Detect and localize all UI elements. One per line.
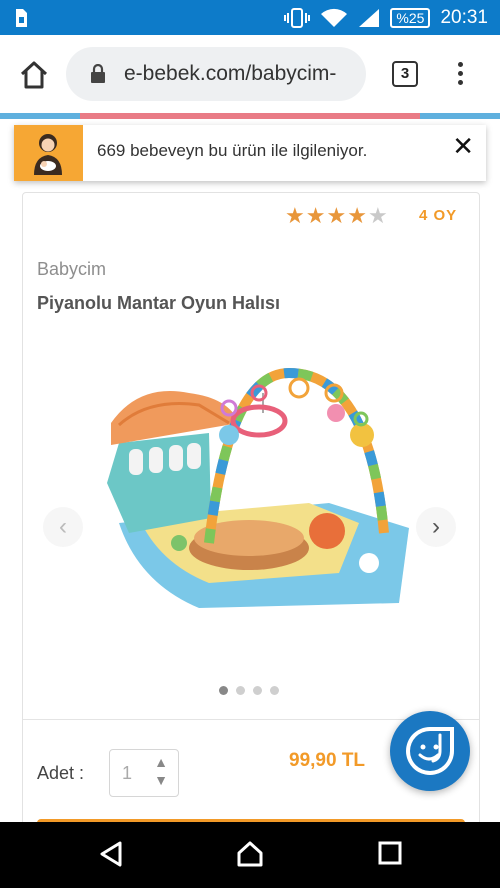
system-nav-bar — [0, 822, 500, 888]
gallery-dot[interactable] — [253, 686, 262, 695]
close-icon[interactable]: ✕ — [452, 131, 474, 162]
quantity-stepper[interactable]: 1 ▲ ▼ — [109, 749, 179, 797]
signal-icon — [359, 8, 380, 27]
increment-icon[interactable]: ▲ — [154, 755, 168, 769]
status-bar: %25 20:31 — [0, 0, 500, 35]
battery-icon: %25 — [390, 7, 431, 28]
review-count[interactable]: 4 OY — [419, 207, 457, 224]
tabs-icon[interactable]: 3 — [392, 61, 418, 87]
gallery-dot[interactable] — [270, 686, 279, 695]
header-strip — [0, 113, 500, 125]
address-bar[interactable]: e-bebek.com/babycim- — [66, 47, 366, 101]
decrement-icon[interactable]: ▼ — [154, 773, 168, 787]
home-icon[interactable] — [18, 59, 50, 91]
home-nav-icon[interactable] — [236, 840, 264, 868]
interest-notice: 669 bebeveyn bu ürün ile ilgileniyor. ✕ — [14, 125, 486, 181]
rating-stars: ★★★★★ — [285, 203, 389, 229]
product-price: 99,90 TL — [289, 750, 366, 771]
product-title: Piyanolu Mantar Oyun Halısı — [37, 293, 281, 313]
product-image[interactable] — [99, 353, 419, 623]
quantity-value[interactable]: 1 — [122, 763, 132, 784]
star-icon: ★ — [326, 203, 348, 228]
star-icon: ★ — [305, 203, 327, 228]
quantity-label: Adet : — [37, 763, 85, 783]
lock-icon — [91, 64, 105, 83]
product-brand[interactable]: Babycim — [37, 259, 106, 280]
gallery-dot[interactable] — [219, 686, 228, 695]
back-icon[interactable] — [98, 840, 124, 868]
star-icon: ★ — [347, 203, 368, 228]
vibrate-icon — [284, 7, 311, 28]
browser-toolbar: e-bebek.com/babycim- 3 — [0, 35, 500, 113]
notice-text: 669 bebeveyn bu ürün ile ilgileniyor. — [97, 141, 368, 160]
chevron-left-icon[interactable]: ‹ — [43, 507, 83, 547]
wifi-icon — [321, 8, 348, 27]
clock: 20:31 — [440, 6, 488, 28]
sim-icon — [16, 9, 27, 27]
star-icon: ★ — [367, 203, 389, 228]
menu-icon[interactable] — [455, 59, 465, 91]
url-text: e-bebek.com/babycim- — [124, 62, 337, 85]
star-icon: ★ — [285, 203, 306, 228]
chevron-right-icon[interactable]: › — [416, 507, 456, 547]
recents-icon[interactable] — [378, 840, 402, 866]
chat-icon[interactable] — [390, 711, 470, 791]
gallery-dots — [219, 686, 279, 695]
gallery-dot[interactable] — [236, 686, 245, 695]
mother-baby-icon — [14, 125, 83, 181]
